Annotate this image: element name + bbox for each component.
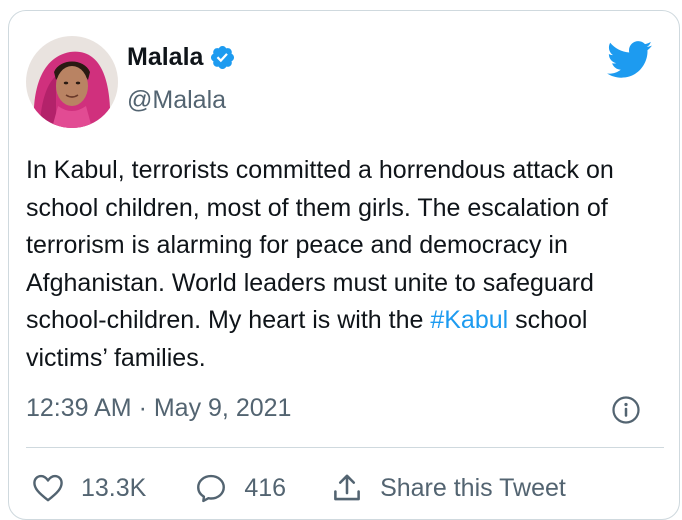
share-label: Share this Tweet [380,473,566,502]
twitter-bird-icon[interactable] [607,41,653,79]
hashtag-link[interactable]: #Kabul [430,306,508,334]
action-bar: 13.3K 416 Share this Tweet [31,471,566,505]
divider [26,447,664,448]
tweet-card: Malala @Malala In Kabul, terrorists comm… [8,10,680,520]
author-display-name[interactable]: Malala [127,43,203,72]
author-handle[interactable]: @Malala [127,86,226,115]
reply-count: 416 [244,473,287,502]
verified-badge-icon [211,45,235,70]
heart-icon [33,474,63,502]
share-icon [334,474,360,501]
info-icon[interactable] [611,395,641,425]
like-count: 13.3K [81,473,147,502]
tweet-text: In Kabul, terrorists committed a horrend… [26,152,666,377]
share-button[interactable]: Share this Tweet [330,471,566,505]
reply-bubble-icon [197,474,226,503]
like-button[interactable]: 13.3K [31,471,146,505]
author-name-row[interactable]: Malala [127,43,236,72]
avatar[interactable] [26,36,118,128]
tweet-timestamp[interactable]: 12:39 AM · May 9, 2021 [26,394,291,423]
reply-button[interactable]: 416 [194,471,286,505]
avatar-photo [26,36,118,128]
